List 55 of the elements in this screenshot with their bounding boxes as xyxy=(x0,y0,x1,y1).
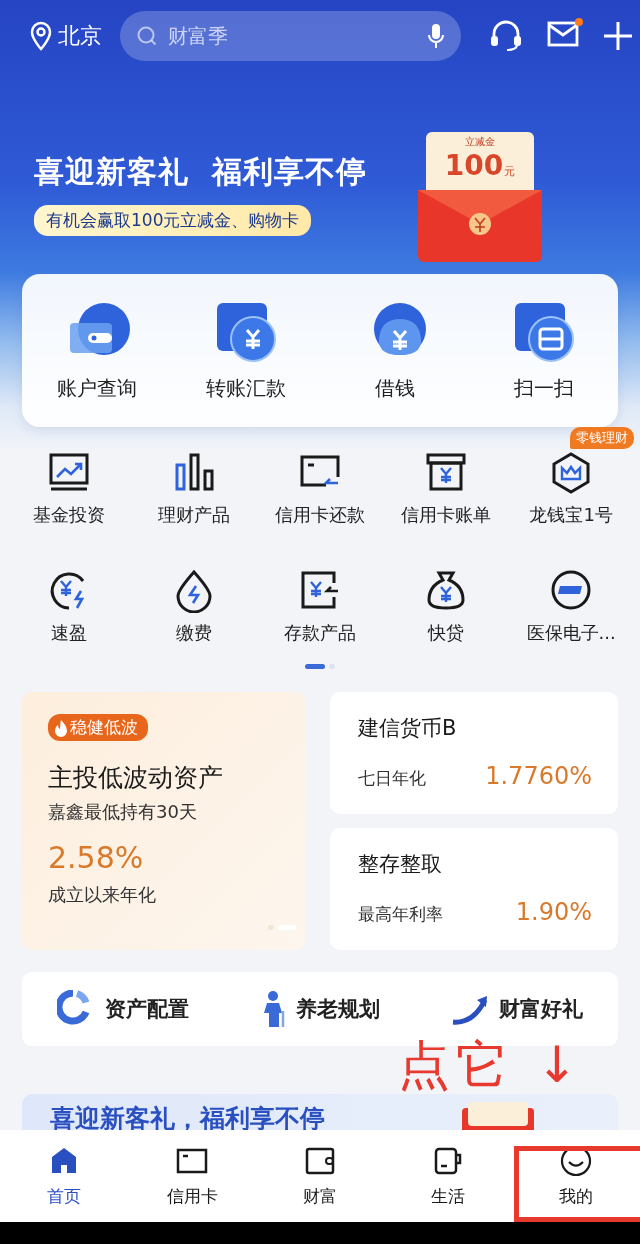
add-icon[interactable] xyxy=(603,21,633,51)
tag-badge: 零钱理财 xyxy=(570,427,634,449)
shortcut-link[interactable]: 资产配置 xyxy=(57,990,190,1028)
service-item[interactable]: 速盈 xyxy=(46,569,91,645)
tab[interactable]: 财富 xyxy=(256,1130,384,1222)
tab[interactable]: 生活 xyxy=(384,1130,512,1222)
service-item[interactable]: 医保电子... xyxy=(526,569,616,645)
shortcut-link[interactable]: 养老规划 xyxy=(259,990,381,1028)
tag-text: 稳健低波 xyxy=(70,716,138,739)
product-card[interactable]: 稳健低波 主投低波动资产 嘉鑫最低持有30天 2.58% 成立以来年化 xyxy=(22,692,306,950)
banner-title: 喜迎新客礼 福利享不停 xyxy=(34,153,367,191)
annotation-text: 点它 xyxy=(398,1039,515,1091)
search-field[interactable]: 财富季 xyxy=(166,11,419,61)
service-item[interactable]: 存款产品 xyxy=(284,569,356,645)
tab[interactable]: 首页 xyxy=(0,1130,128,1222)
annotation-arrow: ↓ xyxy=(536,1040,578,1090)
product-title: 整存整取 xyxy=(358,851,443,878)
voucher-label: 立减金 xyxy=(465,135,495,149)
voucher-amount: 100 xyxy=(444,149,504,182)
city-label[interactable]: 北京 xyxy=(58,21,102,51)
service-item[interactable]: 信用卡还款 xyxy=(275,451,365,527)
rate-label: 最高年利率 xyxy=(358,903,443,926)
search-bar[interactable]: 财富季 xyxy=(120,11,461,61)
voucher-unit: 元 xyxy=(504,164,516,179)
shortcut-link[interactable]: 财富好礼 xyxy=(450,990,583,1028)
rate-label: 成立以来年化 xyxy=(48,883,156,907)
product-title: 主投低波动资产 xyxy=(48,762,223,794)
headset-icon[interactable] xyxy=(489,20,523,52)
product-title: 建信货币B xyxy=(358,715,458,742)
rate-value: 2.58% xyxy=(48,840,144,875)
service-item[interactable]: 基金投资 xyxy=(32,451,105,527)
product-card[interactable]: 整存整取 最高年利率 1.90% xyxy=(330,828,618,950)
service-item[interactable]: 缴费 xyxy=(172,569,217,645)
service-item[interactable]: 理财产品 xyxy=(158,451,231,527)
product-subtitle: 嘉鑫最低持有30天 xyxy=(48,800,197,824)
tab[interactable]: 信用卡 xyxy=(128,1130,256,1222)
tab[interactable]: 我的 xyxy=(512,1130,640,1222)
service-item[interactable]: 龙钱宝1号 xyxy=(529,451,613,527)
product-card[interactable]: 建信货币B 七日年化 1.7760% xyxy=(330,692,618,814)
banner-subtitle: 有机会赢取100元立减金、购物卡 xyxy=(34,205,312,236)
mail-icon[interactable] xyxy=(547,21,579,47)
quick-action[interactable]: 借钱 xyxy=(320,299,469,402)
rate-value: 1.90% xyxy=(515,898,592,926)
microphone-icon[interactable] xyxy=(427,22,445,50)
quick-action[interactable]: 转账汇款 xyxy=(171,299,320,402)
quick-action[interactable]: 账户查询 xyxy=(22,299,171,402)
search-icon xyxy=(136,25,158,47)
quick-action[interactable]: 扫一扫 xyxy=(469,299,618,402)
service-item[interactable]: 快贷 xyxy=(423,569,468,645)
location-pin-icon[interactable] xyxy=(30,21,52,51)
envelope-icon xyxy=(462,1102,534,1130)
flame-icon xyxy=(54,718,68,737)
rate-value: 1.7760% xyxy=(485,762,592,790)
rate-label: 七日年化 xyxy=(358,767,426,790)
service-item[interactable]: 信用卡账单 xyxy=(400,451,491,527)
